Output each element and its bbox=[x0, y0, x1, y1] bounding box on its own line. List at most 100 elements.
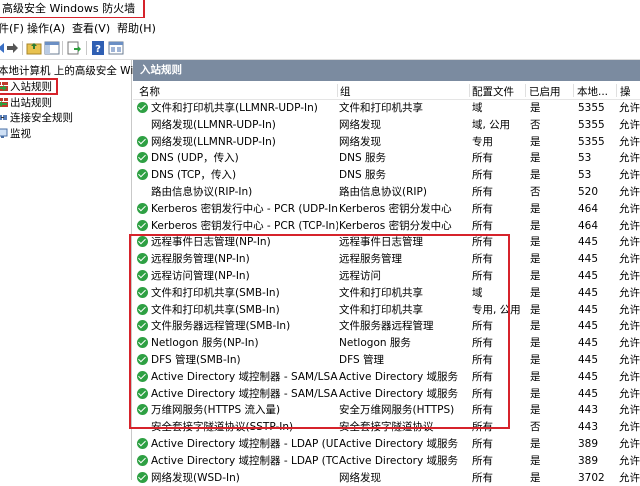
table-row[interactable]: 网络发现(LLMNR-UDP-In) 网络发现 域, 公用 否 5355 允许 bbox=[133, 117, 640, 134]
rule-local-port-text: 5355 bbox=[578, 135, 605, 148]
table-row[interactable]: Kerberos 密钥发行中心 - PCR (TCP-In) Kerberos 密… bbox=[133, 218, 640, 235]
enabled-check-icon bbox=[137, 135, 148, 147]
rule-enabled: 是 bbox=[530, 285, 574, 302]
rule-enabled: 是 bbox=[530, 335, 574, 352]
rule-enabled-text: 是 bbox=[530, 337, 541, 350]
up-folder-icon[interactable] bbox=[26, 40, 42, 56]
table-row[interactable]: 文件服务器远程管理(SMB-In) 文件服务器远程管理 所有 是 445 允许 bbox=[133, 318, 640, 335]
rule-action-text: 允许 bbox=[619, 102, 640, 114]
rule-enabled: 是 bbox=[530, 234, 574, 251]
tree-root[interactable]: 本地计算机 上的高级安全 Windo bbox=[0, 64, 153, 79]
tree-item-label: 连接安全规则 bbox=[10, 112, 73, 124]
table-row[interactable]: 网络发现(LLMNR-UDP-In) 网络发现 专用 是 5355 允许 bbox=[133, 134, 640, 151]
enabled-check-icon bbox=[137, 387, 148, 399]
menu-help[interactable]: 帮助(H) bbox=[117, 20, 156, 36]
forward-icon[interactable] bbox=[4, 40, 20, 56]
column-local-port[interactable]: 本地... bbox=[577, 84, 608, 99]
export-icon[interactable] bbox=[66, 40, 82, 56]
rule-enabled-text: 是 bbox=[530, 236, 541, 249]
rule-profile-text: 所有 bbox=[472, 253, 493, 266]
tree-item-outbound[interactable]: 出站规则 bbox=[0, 96, 52, 111]
rule-action: 允许 bbox=[619, 285, 640, 302]
rule-profile: 专用, 公用 bbox=[472, 302, 529, 319]
rule-group: 安全套接字隧道协议 bbox=[339, 419, 471, 436]
table-row[interactable]: 安全套接字隧道协议(SSTP-In) 安全套接字隧道协议 所有 否 443 允许 bbox=[133, 419, 640, 436]
table-row[interactable]: 远程服务管理(NP-In) 远程服务管理 所有 是 445 允许 bbox=[133, 251, 640, 268]
toolbar-separator bbox=[86, 41, 87, 55]
column-enabled[interactable]: 已启用 bbox=[529, 84, 561, 99]
rule-name-text: 文件服务器远程管理(SMB-In) bbox=[151, 320, 291, 333]
table-row[interactable]: 路由信息协议(RIP-In) 路由信息协议(RIP) 所有 否 520 允许 bbox=[133, 184, 640, 201]
table-row[interactable]: 文件和打印机共享(SMB-In) 文件和打印机共享 专用, 公用是 445 允许 bbox=[133, 302, 640, 319]
rule-name-text: Active Directory 域控制器 - SAM/LSA (... bbox=[151, 387, 338, 400]
table-row[interactable]: 万维网服务(HTTPS 流入量) 安全万维网服务(HTTPS) 所有 是 443 允许 bbox=[133, 402, 640, 419]
rule-group-text: Active Directory 域服务 bbox=[339, 387, 459, 400]
menu-action[interactable]: 操作(A) bbox=[27, 20, 65, 36]
table-row[interactable]: 远程访问管理(NP-In) 远程访问 所有 是 445 允许 bbox=[133, 268, 640, 285]
rule-action-text: 允许 bbox=[619, 471, 640, 484]
rule-group-text: 安全套接字隧道协议 bbox=[339, 421, 434, 434]
column-header: 名称 组 配置文件 已启用 本地... 操 bbox=[133, 82, 640, 100]
table-row[interactable]: 文件和打印机共享(LLMNR-UDP-In) 文件和打印机共享 域 是 5355 允许 bbox=[133, 100, 640, 117]
table-row[interactable]: Active Directory 域控制器 - SAM/LSA (... Acti… bbox=[133, 369, 640, 386]
rule-enabled: 否 bbox=[530, 419, 574, 436]
rule-enabled-text: 是 bbox=[530, 303, 541, 316]
table-row[interactable]: DNS (UDP，传入) DNS 服务 所有 是 53 允许 bbox=[133, 150, 640, 167]
column-group[interactable]: 组 bbox=[340, 84, 351, 99]
svg-text:?: ? bbox=[95, 44, 101, 55]
rule-profile: 所有 bbox=[472, 470, 529, 486]
column-separator[interactable] bbox=[616, 84, 617, 97]
properties-icon[interactable] bbox=[108, 40, 124, 56]
rule-enabled: 否 bbox=[530, 184, 574, 201]
rule-enabled-text: 是 bbox=[530, 269, 541, 282]
rule-enabled-text: 是 bbox=[530, 102, 541, 114]
table-row[interactable]: 文件和打印机共享(SMB-In) 文件和打印机共享 域 是 445 允许 bbox=[133, 285, 640, 302]
enabled-check-icon bbox=[137, 320, 148, 332]
rule-local-port: 389 bbox=[578, 453, 620, 470]
rule-enabled-text: 是 bbox=[530, 152, 541, 165]
column-action[interactable]: 操 bbox=[620, 84, 631, 99]
table-row[interactable]: Active Directory 域控制器 - LDAP (TCP... Acti… bbox=[133, 453, 640, 470]
enabled-check-icon bbox=[137, 253, 148, 265]
rule-name: DFS 管理(SMB-In) bbox=[137, 352, 338, 369]
rule-group-text: DNS 服务 bbox=[339, 152, 386, 165]
rule-local-port: 445 bbox=[578, 234, 620, 251]
rule-local-port-text: 389 bbox=[578, 454, 599, 467]
help-icon[interactable]: ? bbox=[90, 40, 106, 56]
rule-action-text: 允许 bbox=[619, 269, 640, 282]
table-row[interactable]: DNS (TCP，传入) DNS 服务 所有 是 53 允许 bbox=[133, 167, 640, 184]
tree-root-label: 本地计算机 上的高级安全 Windo bbox=[0, 65, 153, 77]
rule-name-text: Active Directory 域控制器 - LDAP (UD... bbox=[151, 437, 338, 450]
rule-name-text: 安全套接字隧道协议(SSTP-In) bbox=[151, 421, 294, 434]
console-tree: 本地计算机 上的高级安全 Windo 入站规则 出站规则 连接安全规则 监视 bbox=[0, 60, 153, 480]
show-hide-tree-icon[interactable] bbox=[44, 40, 60, 56]
rule-profile-text: 域 bbox=[472, 286, 483, 299]
table-row[interactable]: Active Directory 域控制器 - LDAP (UD... Activ… bbox=[133, 436, 640, 453]
menu-view[interactable]: 查看(V) bbox=[72, 20, 110, 36]
rule-group-text: Kerberos 密钥分发中心 bbox=[339, 202, 452, 215]
tree-item-connection-security[interactable]: 连接安全规则 bbox=[0, 111, 73, 126]
rule-profile-text: 所有 bbox=[472, 185, 493, 198]
rule-action-text: 允许 bbox=[619, 404, 640, 417]
table-row[interactable]: Active Directory 域控制器 - SAM/LSA (... Acti… bbox=[133, 386, 640, 403]
column-separator[interactable] bbox=[525, 84, 526, 97]
tree-item-monitoring[interactable]: 监视 bbox=[0, 127, 31, 142]
rule-enabled: 是 bbox=[530, 167, 574, 184]
column-name[interactable]: 名称 bbox=[139, 84, 160, 99]
table-row[interactable]: Kerberos 密钥发行中心 - PCR (UDP-In) Kerberos 密… bbox=[133, 201, 640, 218]
column-separator[interactable] bbox=[469, 84, 470, 97]
column-separator[interactable] bbox=[573, 84, 574, 97]
column-profile[interactable]: 配置文件 bbox=[472, 84, 514, 99]
table-row[interactable]: DFS 管理(SMB-In) DFS 管理 所有 是 445 允许 bbox=[133, 352, 640, 369]
enabled-check-icon bbox=[137, 303, 148, 315]
rule-enabled-text: 是 bbox=[530, 253, 541, 266]
table-row[interactable]: 网络发现(WSD-In) 网络发现 所有 是 3702 允许 bbox=[133, 470, 640, 486]
menu-file[interactable]: 件(F) bbox=[0, 20, 24, 36]
rule-name-text: DNS (TCP，传入) bbox=[151, 169, 237, 182]
rule-enabled-text: 否 bbox=[530, 118, 541, 131]
rule-local-port-text: 53 bbox=[578, 152, 592, 165]
rule-action: 允许 bbox=[619, 402, 640, 419]
table-row[interactable]: Netlogon 服务(NP-In) Netlogon 服务 所有 是 445 允许 bbox=[133, 335, 640, 352]
table-row[interactable]: 远程事件日志管理(NP-In) 远程事件日志管理 所有 是 445 允许 bbox=[133, 234, 640, 251]
column-separator[interactable] bbox=[337, 84, 338, 97]
